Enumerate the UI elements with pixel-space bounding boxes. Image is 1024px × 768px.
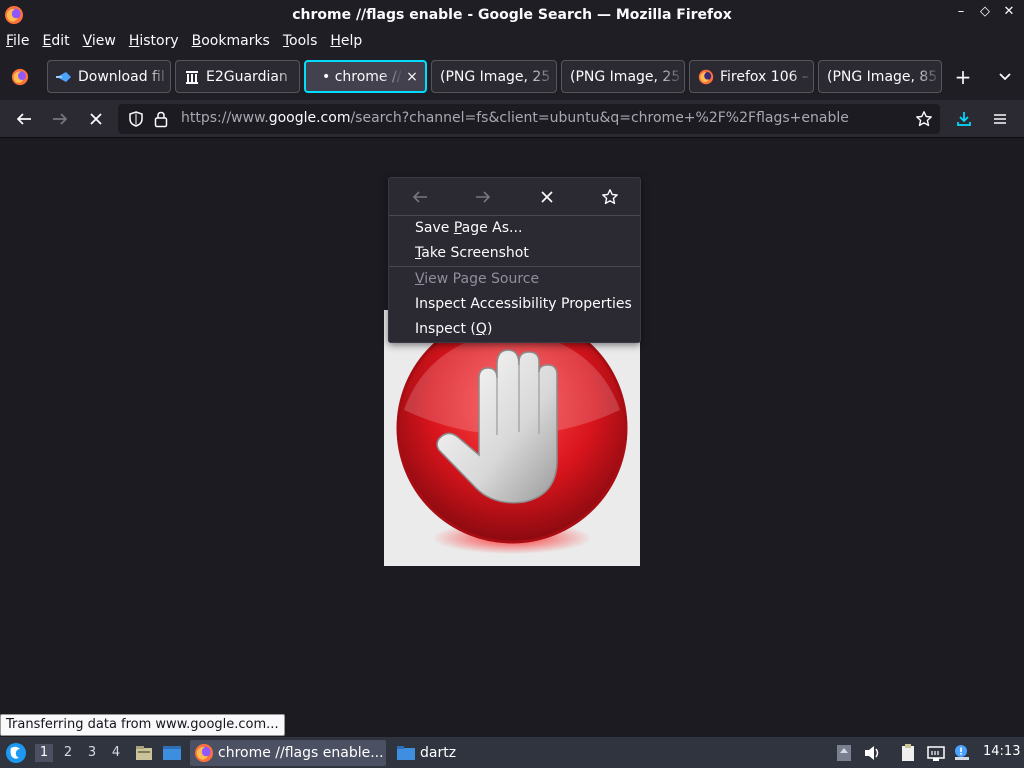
close-window-button[interactable]: ✕ — [1002, 4, 1016, 19]
arrow-left-icon — [412, 191, 427, 203]
desktop-3[interactable]: 3 — [83, 744, 101, 762]
url-bar[interactable]: https://www.google.com/search?channel=fs… — [118, 104, 940, 134]
taskbar: 1 2 3 4 chrome //flags enable... dartz 1… — [0, 737, 1024, 768]
tab-png-image-2[interactable]: (PNG Image, 25 — [561, 60, 685, 93]
file-manager-icon[interactable] — [134, 743, 154, 763]
new-tab-button[interactable]: + — [952, 66, 974, 88]
desktop-4[interactable]: 4 — [107, 744, 125, 762]
tab-png-image-1[interactable]: (PNG Image, 25 — [431, 60, 557, 93]
menu-view[interactable]: View — [83, 33, 116, 49]
stop-hand-icon — [384, 310, 640, 566]
tab-e2guardian[interactable]: E2Guardian — [175, 60, 300, 93]
speaker-icon[interactable] — [862, 743, 882, 763]
bookmark-star-icon[interactable] — [915, 110, 933, 128]
tab-firefox-106[interactable]: Firefox 106 – — [689, 60, 814, 93]
start-menu-icon[interactable] — [4, 741, 28, 765]
close-icon — [90, 113, 102, 125]
context-menu-navigation — [389, 178, 640, 216]
network-icon[interactable] — [926, 743, 946, 763]
arrow-right-icon — [476, 191, 491, 203]
task-dartz[interactable]: dartz — [392, 740, 512, 766]
list-all-tabs-button[interactable] — [994, 66, 1016, 88]
menu-bar: File Edit View History Bookmarks Tools H… — [0, 29, 1024, 53]
arrow-left-icon — [16, 113, 31, 125]
context-back-button[interactable] — [410, 187, 430, 207]
context-menu: Save Page As... Take Screenshot View Pag… — [388, 177, 641, 343]
desktop-1[interactable]: 1 — [35, 744, 53, 762]
chevron-down-icon — [999, 73, 1011, 81]
clipboard-icon[interactable] — [898, 743, 918, 763]
context-view-page-source[interactable]: View Page Source — [415, 271, 539, 287]
status-text: Transferring data from www.google.com... — [0, 714, 285, 736]
arrow-right-icon — [53, 113, 68, 125]
clock: 14:13 — [983, 744, 1021, 759]
context-save-page-as[interactable]: Save Page As... — [415, 220, 522, 236]
tab-png-image-3[interactable]: (PNG Image, 85 — [818, 60, 942, 93]
bookmark-star-icon — [602, 189, 618, 205]
downloads-button[interactable] — [952, 108, 976, 130]
context-forward-button[interactable] — [473, 187, 493, 207]
shield-icon[interactable] — [127, 110, 145, 128]
firefox-view-button[interactable] — [0, 53, 40, 100]
firefox-icon — [5, 6, 23, 24]
context-bookmark-button[interactable] — [600, 187, 620, 207]
notification-icon[interactable] — [952, 743, 972, 763]
menu-history[interactable]: History — [129, 33, 179, 49]
desktop-2[interactable]: 2 — [59, 744, 77, 762]
menu-help[interactable]: Help — [330, 33, 362, 49]
hamburger-menu-icon — [994, 114, 1006, 124]
close-tab-icon[interactable]: × — [403, 69, 421, 85]
menu-edit[interactable]: Edit — [42, 33, 69, 49]
menu-bookmarks[interactable]: Bookmarks — [192, 33, 270, 49]
tab-chrome-flags[interactable]: • chrome //fl × — [304, 60, 427, 93]
firefox-icon — [698, 69, 714, 85]
close-icon — [541, 191, 553, 203]
tab-download[interactable]: Download fil — [47, 60, 171, 93]
lock-icon[interactable] — [153, 110, 169, 128]
menu-file[interactable]: File — [6, 33, 29, 49]
context-take-screenshot[interactable]: Take Screenshot — [415, 245, 529, 261]
url-text[interactable]: https://www.google.com/search?channel=fs… — [181, 110, 849, 126]
task-firefox[interactable]: chrome //flags enable... — [190, 740, 386, 766]
download-arrow-icon — [957, 112, 971, 126]
context-menu-separator — [389, 266, 640, 267]
window-controls: – ◇ ✕ — [954, 4, 1016, 19]
window-titlebar: chrome //flags enable - Google Search — … — [0, 0, 1024, 29]
stop-hand-image — [384, 310, 640, 566]
firefox-icon — [11, 68, 29, 85]
back-button[interactable] — [12, 108, 36, 130]
app-menu-button[interactable] — [988, 108, 1012, 130]
window-title: chrome //flags enable - Google Search — … — [292, 6, 732, 23]
menu-tools[interactable]: Tools — [283, 33, 318, 49]
download-icon — [56, 69, 72, 85]
folder-icon — [397, 746, 415, 760]
maximize-button[interactable]: ◇ — [978, 4, 992, 19]
forward-button[interactable] — [48, 108, 72, 130]
context-inspect[interactable]: Inspect (Q) — [415, 321, 492, 337]
context-stop-button[interactable] — [537, 187, 557, 207]
stop-button[interactable] — [84, 108, 108, 130]
show-desktop-icon[interactable] — [162, 743, 182, 763]
building-icon — [184, 69, 200, 85]
volume-up-arrow-icon[interactable] — [834, 743, 854, 763]
context-inspect-accessibility[interactable]: Inspect Accessibility Properties — [415, 296, 632, 312]
firefox-icon — [195, 744, 213, 762]
minimize-button[interactable]: – — [954, 4, 968, 19]
